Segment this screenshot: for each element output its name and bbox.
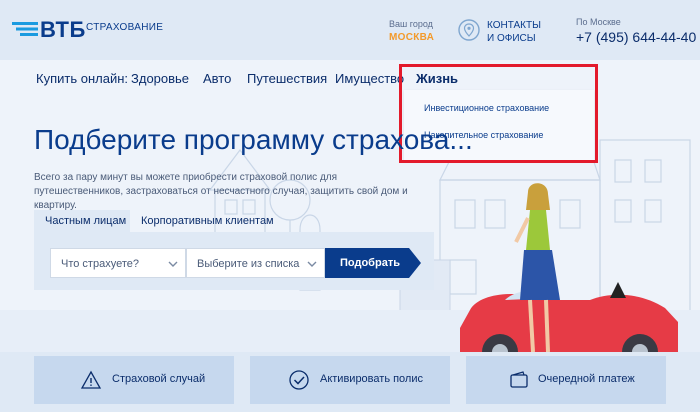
find-button[interactable]: Подобрать bbox=[325, 248, 409, 278]
wallet-icon bbox=[510, 371, 528, 388]
find-button-label: Подобрать bbox=[340, 257, 400, 269]
insurance-case-card[interactable]: Страховой случай bbox=[34, 356, 234, 404]
next-payment-card[interactable]: Очередной платеж bbox=[466, 356, 666, 404]
card-label-activate-policy: Активировать полис bbox=[320, 373, 423, 385]
contacts-line-2: И ОФИСЫ bbox=[487, 33, 536, 44]
check-circle-icon bbox=[289, 370, 309, 390]
city-label: Ваш город bbox=[389, 19, 433, 29]
logo-subtitle: СТРАХОВАНИЕ bbox=[86, 22, 164, 33]
vtb-logo-icon bbox=[12, 22, 38, 36]
select-what-value: Что страхуете? bbox=[61, 258, 139, 270]
nav-item-travel[interactable]: Путешествия bbox=[247, 71, 327, 86]
choose-from-list-select[interactable]: Выберите из списка bbox=[186, 248, 325, 278]
nav-item-property[interactable]: Имущество bbox=[335, 71, 404, 86]
chevron-down-icon bbox=[307, 261, 317, 267]
phone-caption: По Москве bbox=[576, 17, 621, 27]
card-label-insurance-case: Страховой случай bbox=[112, 373, 206, 385]
find-button-arrow[interactable] bbox=[409, 248, 421, 278]
logo-text[interactable]: ВТБ bbox=[40, 17, 86, 43]
city-selector[interactable]: МОСКВА bbox=[389, 32, 434, 43]
contacts-line-1: КОНТАКТЫ bbox=[487, 20, 541, 31]
what-to-insure-select[interactable]: Что страхуете? bbox=[50, 248, 186, 278]
activate-policy-card[interactable]: Активировать полис bbox=[250, 356, 450, 404]
card-label-next-payment: Очередной платеж bbox=[538, 373, 635, 385]
tab-corporate[interactable]: Корпоративным клиентам bbox=[141, 215, 274, 227]
hero-description: Всего за пару минут вы можете приобрести… bbox=[34, 172, 408, 211]
buy-online-label: Купить онлайн: bbox=[36, 71, 128, 86]
contacts-link[interactable]: КОНТАКТЫ И ОФИСЫ bbox=[487, 19, 547, 45]
chevron-down-icon bbox=[168, 261, 178, 267]
nav-item-health[interactable]: Здоровье bbox=[131, 71, 189, 86]
select-list-value: Выберите из списка bbox=[197, 258, 300, 270]
phone-number[interactable]: +7 (495) 644-44-40 bbox=[576, 29, 696, 45]
nav-item-auto[interactable]: Авто bbox=[203, 71, 231, 86]
warning-icon bbox=[80, 370, 102, 389]
location-pin-icon bbox=[458, 19, 480, 41]
tab-individuals-label: Частным лицам bbox=[45, 215, 127, 227]
hero-title: Подберите программу страхова... bbox=[34, 124, 473, 155]
tab-individuals[interactable]: Частным лицам bbox=[34, 210, 130, 232]
